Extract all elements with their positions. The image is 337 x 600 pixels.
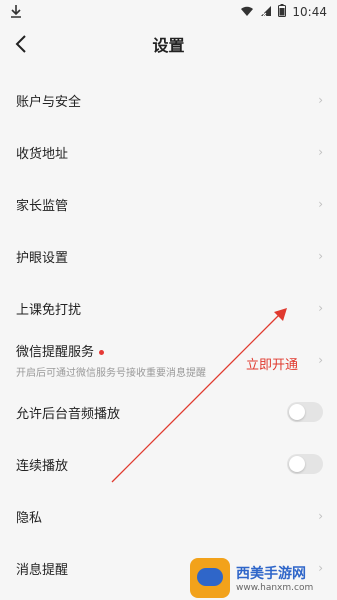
annotation-arrow-icon xyxy=(111,308,287,483)
watermark: 西美手游网 www.hanxm.com xyxy=(190,556,337,600)
watermark-url: www.hanxm.com xyxy=(236,583,314,593)
watermark-title: 西美手游网 xyxy=(236,566,306,582)
watermark-logo-icon xyxy=(190,558,230,598)
